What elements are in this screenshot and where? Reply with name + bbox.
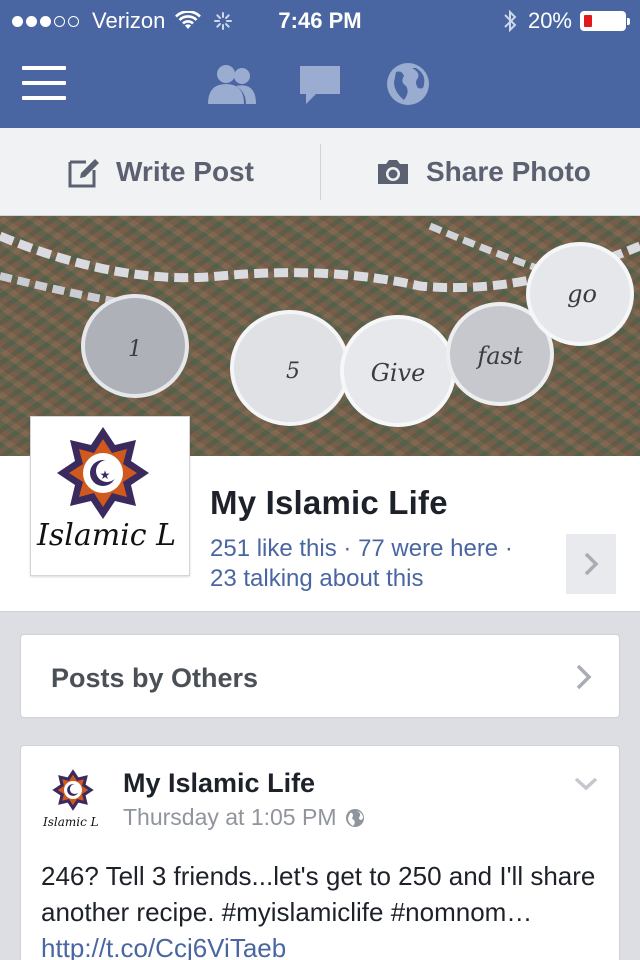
- messages-icon[interactable]: [298, 62, 342, 106]
- menu-icon[interactable]: [22, 66, 66, 102]
- posts-by-others-label: Posts by Others: [51, 663, 259, 693]
- top-bar: Verizon 7:46 PM 20%: [0, 0, 640, 128]
- posts-by-others-row[interactable]: Posts by Others: [20, 634, 620, 718]
- svg-text:go: go: [567, 280, 597, 308]
- page-stats-line-2: 23 talking about this: [210, 565, 424, 592]
- post-link[interactable]: http://t.co/Ccj6ViTaeb: [41, 933, 286, 960]
- bluetooth-icon: [504, 9, 517, 33]
- post-avatar[interactable]: Islamic L: [41, 766, 109, 834]
- battery-level-fill: [584, 15, 592, 27]
- post-options-chevron-down-icon[interactable]: [573, 776, 599, 792]
- composer-action-bar: Write Post Share Photo: [0, 128, 640, 216]
- post-text: 246? Tell 3 friends...let's get to 250 a…: [41, 861, 596, 927]
- page-title[interactable]: My Islamic Life: [210, 484, 448, 522]
- page-stats[interactable]: 251 like this · 77 were here · 23 talkin…: [210, 534, 550, 594]
- status-bar: Verizon 7:46 PM 20%: [0, 0, 640, 40]
- page-details-button[interactable]: [566, 534, 616, 594]
- post-meta: Thursday at 1:05 PM: [123, 804, 365, 831]
- svg-text:1: 1: [128, 337, 142, 362]
- charm-1: 1: [81, 294, 189, 398]
- write-post-label: Write Post: [116, 156, 254, 187]
- islamic-life-logo: ★ Islamic L: [36, 427, 176, 553]
- friend-requests-icon[interactable]: [206, 62, 258, 106]
- charm-5: 5: [230, 310, 350, 426]
- post-body: 246? Tell 3 friends...let's get to 250 a…: [41, 858, 601, 960]
- svg-text:Islamic L: Islamic L: [42, 815, 99, 829]
- share-photo-button[interactable]: Share Photo: [376, 128, 591, 216]
- battery-percent: 20%: [527, 8, 572, 33]
- notifications-globe-icon[interactable]: [386, 62, 430, 106]
- post-timestamp[interactable]: Thursday at 1:05 PM: [123, 804, 337, 831]
- action-divider: [320, 144, 321, 200]
- chevron-right-icon: [584, 552, 599, 576]
- battery-icon: [580, 11, 630, 31]
- profile-picture[interactable]: ★ Islamic L: [30, 416, 190, 576]
- chevron-right-icon: [576, 664, 592, 690]
- public-globe-icon: [345, 808, 364, 827]
- svg-text:Islamic L: Islamic L: [36, 518, 176, 553]
- charm-give: Give: [340, 315, 456, 427]
- nav-row: [0, 40, 640, 128]
- svg-text:Give: Give: [371, 359, 426, 387]
- charm-go: go: [526, 242, 634, 346]
- edit-icon: [68, 159, 99, 188]
- camera-icon: [378, 160, 408, 184]
- write-post-button[interactable]: Write Post: [68, 128, 254, 216]
- share-photo-label: Share Photo: [426, 156, 591, 187]
- svg-text:fast: fast: [475, 342, 523, 370]
- page-stats-line-1: 251 like this · 77 were here ·: [210, 535, 513, 562]
- feed-post: Islamic L My Islamic Life Thursday at 1:…: [20, 745, 620, 960]
- post-author[interactable]: My Islamic Life: [123, 768, 315, 799]
- svg-text:5: 5: [286, 359, 300, 384]
- svg-text:★: ★: [100, 468, 111, 482]
